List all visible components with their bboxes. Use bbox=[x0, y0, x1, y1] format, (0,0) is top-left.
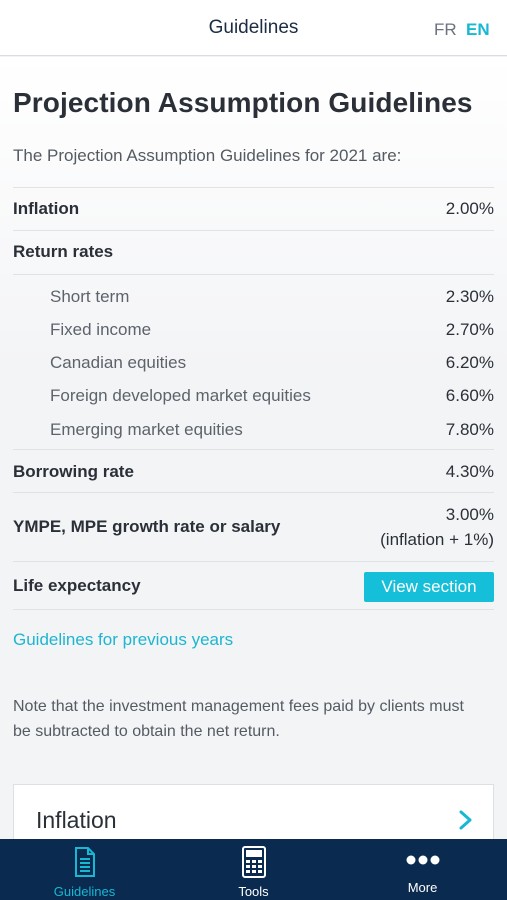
tab-label: More bbox=[407, 880, 438, 895]
tab-guidelines[interactable]: Guidelines bbox=[0, 839, 169, 900]
screen-title: Guidelines bbox=[208, 17, 299, 38]
language-fr-button[interactable]: FR bbox=[434, 20, 457, 40]
row-label: Return rates bbox=[13, 242, 114, 261]
row-value: 2.00% bbox=[445, 199, 494, 218]
row-value: 7.80% bbox=[445, 420, 494, 439]
page-title: Projection Assumption Guidelines bbox=[13, 87, 473, 118]
row-value: 6.60% bbox=[445, 386, 494, 405]
bottom-tab-bar: Guidelines Tools More bbox=[0, 839, 507, 900]
row-value: 2.70% bbox=[445, 320, 494, 339]
row-value: 4.30% bbox=[445, 462, 494, 481]
row-ympe: YMPE, MPE growth rate or salary 3.00% (i… bbox=[13, 492, 494, 561]
row-value-note: (inflation + 1%) bbox=[380, 530, 494, 549]
row-value: 6.20% bbox=[445, 353, 494, 372]
calculator-icon bbox=[241, 846, 266, 878]
row-label: Inflation bbox=[13, 199, 80, 218]
document-icon bbox=[74, 847, 95, 877]
row-label: Short term bbox=[50, 287, 130, 306]
row-inflation: Inflation 2.00% bbox=[13, 187, 494, 230]
intro-text: The Projection Assumption Guidelines for… bbox=[13, 146, 402, 165]
row-label: Life expectancy bbox=[13, 576, 141, 595]
row-life-expectancy: Life expectancy View section bbox=[13, 561, 494, 610]
row-value: 3.00% bbox=[445, 505, 494, 524]
row-label: Fixed income bbox=[50, 320, 152, 339]
view-section-button[interactable]: View section bbox=[364, 572, 494, 602]
top-bar: Guidelines FR EN bbox=[0, 0, 507, 56]
row-return-rates: Return rates bbox=[13, 230, 494, 274]
row-borrowing-rate: Borrowing rate 4.30% bbox=[13, 449, 494, 492]
inflation-card[interactable]: Inflation bbox=[13, 784, 494, 839]
row-value: 2.30% bbox=[445, 287, 494, 306]
main-content[interactable]: Projection Assumption Guidelines The Pro… bbox=[0, 57, 507, 839]
tab-more[interactable]: More bbox=[338, 839, 507, 900]
tab-label: Tools bbox=[238, 884, 269, 899]
fees-note: Note that the investment management fees… bbox=[13, 698, 464, 740]
return-rates-group: Short term 2.30% Fixed income 2.70% Cana… bbox=[13, 274, 494, 449]
row-label: Emerging market equities bbox=[50, 420, 243, 439]
card-title: Inflation bbox=[36, 807, 117, 833]
row-label: YMPE, MPE growth rate or salary bbox=[13, 517, 281, 536]
previous-years-link[interactable]: Guidelines for previous years bbox=[13, 630, 233, 650]
row-label: Foreign developed market equities bbox=[50, 386, 311, 405]
chevron-right-icon bbox=[459, 810, 472, 830]
tab-label: Guidelines bbox=[53, 884, 116, 899]
tab-tools[interactable]: Tools bbox=[169, 839, 338, 900]
more-dots-icon bbox=[406, 855, 439, 865]
row-label: Borrowing rate bbox=[13, 462, 134, 481]
language-en-button[interactable]: EN bbox=[466, 20, 490, 40]
row-label: Canadian equities bbox=[50, 353, 187, 372]
